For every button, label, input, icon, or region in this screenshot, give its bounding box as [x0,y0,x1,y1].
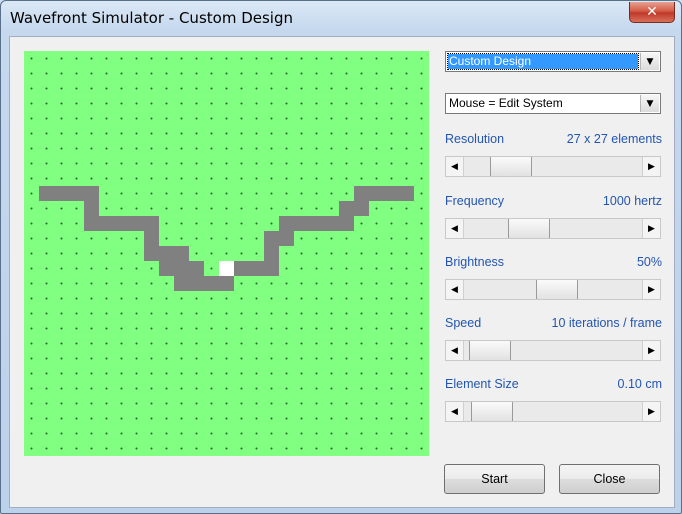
frequency-value: 1000 hertz [602,194,662,208]
wall-cell[interactable] [309,216,324,231]
wall-cell[interactable] [399,186,414,201]
close-icon: ✕ [646,4,658,20]
element-size-track[interactable] [464,402,642,421]
speed-thumb[interactable] [469,341,511,360]
wall-cell[interactable] [354,201,369,216]
dialog-client-area: Custom Design ▼ Mouse = Edit System ▼ Re… [9,36,675,508]
wall-cell[interactable] [144,216,159,231]
wall-cell[interactable] [129,216,144,231]
wall-cell[interactable] [189,261,204,276]
resolution-slider[interactable]: ◀ ▶ [445,156,661,177]
element-size-slider[interactable]: ◀ ▶ [445,401,661,422]
wall-cell[interactable] [279,216,294,231]
chevron-down-icon[interactable]: ▼ [640,95,659,112]
simulation-grid[interactable] [24,51,429,456]
frequency-thumb[interactable] [508,219,550,238]
resolution-value: 27 x 27 elements [566,132,662,146]
wall-cell[interactable] [264,231,279,246]
wall-cell[interactable] [264,246,279,261]
mouse-mode-select[interactable]: Mouse = Edit System ▼ [445,93,661,114]
design-select-value: Custom Design [447,53,639,70]
wall-cell[interactable] [354,186,369,201]
brightness-slider[interactable]: ◀ ▶ [445,279,661,300]
speed-track[interactable] [464,341,642,360]
design-select[interactable]: Custom Design ▼ [445,51,661,72]
mouse-mode-select-value: Mouse = Edit System [449,96,563,110]
wall-cell[interactable] [204,276,219,291]
window-close-button[interactable]: ✕ [629,2,675,23]
element-size-value: 0.10 cm [617,377,662,391]
wall-cell[interactable] [114,216,129,231]
chevron-down-icon[interactable]: ▼ [640,53,659,70]
wall-cell[interactable] [249,261,264,276]
wall-cell[interactable] [54,186,69,201]
brightness-value: 50% [636,255,662,269]
resolution-thumb[interactable] [490,157,532,176]
brightness-track[interactable] [464,280,642,299]
frequency-label: Frequency [445,194,505,208]
arrow-right-icon[interactable]: ▶ [642,280,660,299]
title-bar[interactable]: Wavefront Simulator - Custom Design ✕ [1,1,681,35]
wall-cell[interactable] [339,201,354,216]
wall-cell[interactable] [159,261,174,276]
wall-cell[interactable] [384,186,399,201]
frequency-slider[interactable]: ◀ ▶ [445,218,661,239]
arrow-left-icon[interactable]: ◀ [446,157,464,176]
wall-cell[interactable] [174,276,189,291]
close-button[interactable]: Close [559,464,660,494]
wall-cell[interactable] [144,231,159,246]
arrow-right-icon[interactable]: ▶ [642,157,660,176]
speed-slider[interactable]: ◀ ▶ [445,340,661,361]
window-title: Wavefront Simulator - Custom Design [10,9,293,27]
arrow-left-icon[interactable]: ◀ [446,341,464,360]
wall-cell[interactable] [174,261,189,276]
speed-value: 10 iterations / frame [551,316,662,330]
arrow-left-icon[interactable]: ◀ [446,219,464,238]
arrow-left-icon[interactable]: ◀ [446,280,464,299]
arrow-right-icon[interactable]: ▶ [642,219,660,238]
arrow-right-icon[interactable]: ▶ [642,341,660,360]
arrow-right-icon[interactable]: ▶ [642,402,660,421]
wall-cell[interactable] [324,216,339,231]
wall-cell[interactable] [144,246,159,261]
wall-cell[interactable] [234,261,249,276]
wall-cell[interactable] [84,216,99,231]
resolution-track[interactable] [464,157,642,176]
wall-cell[interactable] [84,201,99,216]
wall-cell[interactable] [264,261,279,276]
arrow-left-icon[interactable]: ◀ [446,402,464,421]
wall-cell[interactable] [69,186,84,201]
wall-cell[interactable] [219,276,234,291]
wall-cell[interactable] [279,231,294,246]
element-size-thumb[interactable] [471,402,513,421]
wall-cell[interactable] [84,186,99,201]
frequency-track[interactable] [464,219,642,238]
resolution-label: Resolution [445,132,505,146]
wall-cell[interactable] [99,216,114,231]
app-window: Wavefront Simulator - Custom Design ✕ Cu… [0,0,682,514]
wall-cell[interactable] [294,216,309,231]
wall-cell[interactable] [189,276,204,291]
wall-cell[interactable] [159,246,174,261]
source-cell[interactable] [219,261,234,276]
brightness-label: Brightness [445,255,505,269]
element-size-label: Element Size [445,377,519,391]
wall-cell[interactable] [339,216,354,231]
wall-cell[interactable] [369,186,384,201]
start-button[interactable]: Start [444,464,545,494]
wall-cell[interactable] [39,186,54,201]
brightness-thumb[interactable] [536,280,578,299]
speed-label: Speed [445,316,482,330]
wall-cell[interactable] [174,246,189,261]
